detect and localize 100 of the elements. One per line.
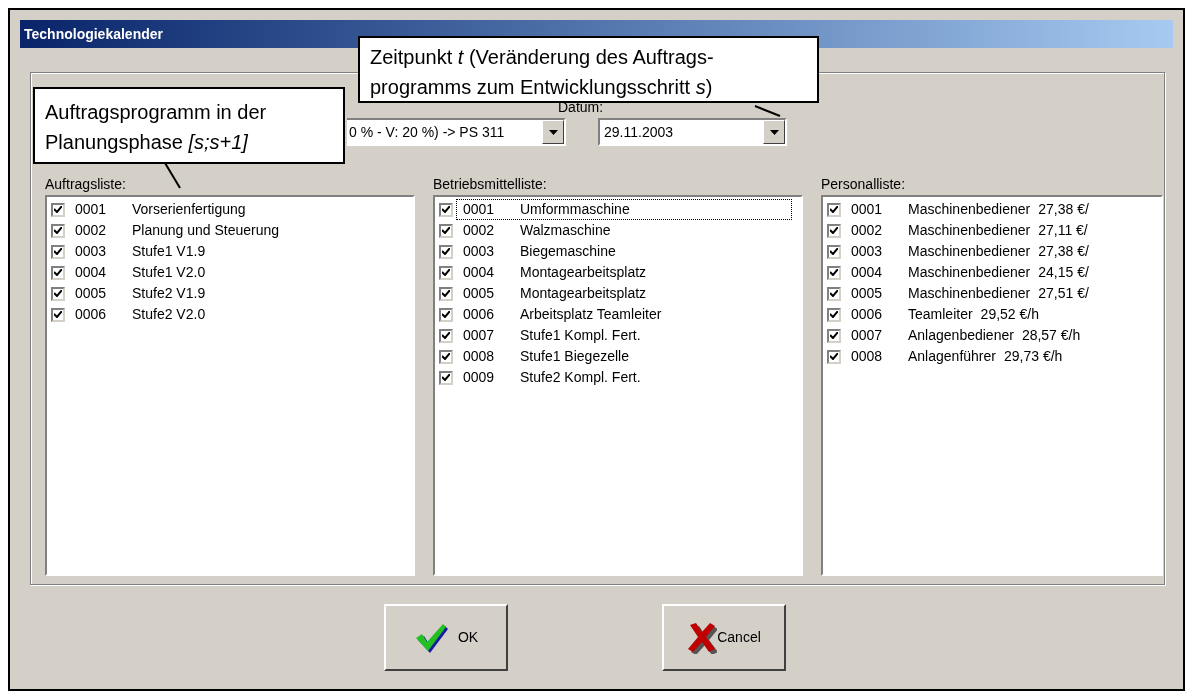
- check-icon: [442, 332, 450, 339]
- item-name: Stufe2 Kompl. Fert.: [520, 368, 641, 387]
- item-name: Planung und Steuerung: [132, 221, 280, 240]
- checkbox[interactable]: [439, 202, 453, 217]
- item-rate: 24,15 €/: [1038, 263, 1089, 282]
- item-code: 0006: [463, 305, 496, 324]
- item-name: Maschinenbediener: [908, 284, 1031, 303]
- checkmark-icon: [413, 622, 448, 653]
- item-name: Vorserienfertigung: [132, 200, 246, 219]
- item-name: Stufe1 V2.0: [132, 263, 206, 282]
- check-icon: [54, 269, 62, 276]
- checkbox[interactable]: [827, 286, 841, 301]
- check-icon: [442, 374, 450, 381]
- check-icon: [54, 248, 62, 255]
- check-icon: [442, 206, 450, 213]
- checkbox[interactable]: [439, 286, 453, 301]
- item-code: 0001: [463, 200, 496, 219]
- callout-box: Auftragsprogramm in der Planungsphase [s;s+1]: [33, 87, 345, 164]
- check-icon: [830, 269, 838, 276]
- check-icon: [54, 206, 62, 213]
- checkbox[interactable]: [439, 370, 453, 385]
- checkbox[interactable]: [51, 265, 65, 280]
- check-icon: [442, 248, 450, 255]
- item-code: 0007: [851, 326, 884, 345]
- item-name: Maschinenbediener: [908, 263, 1031, 282]
- checkbox[interactable]: [827, 244, 841, 259]
- checkbox[interactable]: [51, 244, 65, 259]
- item-rate: 27,11 €/: [1038, 221, 1088, 240]
- item-code: 0002: [463, 221, 496, 240]
- program-select[interactable]: 0 % - V: 20 %) -> PS 311: [347, 118, 566, 146]
- item-name: Anlagenführer: [908, 347, 996, 366]
- item-name: Umformmaschine: [520, 200, 630, 219]
- window-title: Technologiekalender: [24, 24, 163, 44]
- item-code: 0006: [75, 305, 108, 324]
- checkbox[interactable]: [827, 265, 841, 280]
- check-icon: [442, 290, 450, 297]
- checkbox[interactable]: [827, 349, 841, 364]
- item-code: 0004: [851, 263, 884, 282]
- item-name: Arbeitsplatz Teamleiter: [520, 305, 662, 324]
- checkbox[interactable]: [439, 349, 453, 364]
- item-code: 0006: [851, 305, 884, 324]
- item-name: Stufe2 V2.0: [132, 305, 206, 324]
- checkbox[interactable]: [51, 286, 65, 301]
- list-label: Betriebsmittelliste:: [433, 176, 547, 194]
- item-name: Stufe2 V1.9: [132, 284, 206, 303]
- cross-icon: [687, 621, 718, 654]
- date-select[interactable]: 29.11.2003: [598, 118, 787, 146]
- check-icon: [830, 248, 838, 255]
- item-code: 0003: [463, 242, 496, 261]
- list-label: Auftragsliste:: [45, 176, 126, 194]
- item-rate: 27,51 €/: [1038, 284, 1089, 303]
- checkbox[interactable]: [439, 265, 453, 280]
- check-icon: [54, 311, 62, 318]
- checkbox[interactable]: [51, 307, 65, 322]
- item-code: 0008: [851, 347, 884, 366]
- checkbox[interactable]: [51, 223, 65, 238]
- item-code: 0003: [851, 242, 884, 261]
- item-code: 0004: [75, 263, 108, 282]
- checkbox[interactable]: [51, 202, 65, 217]
- item-code: 0008: [463, 347, 496, 366]
- item-name: Maschinenbediener: [908, 242, 1031, 261]
- item-code: 0001: [75, 200, 108, 219]
- date-label: Datum:: [558, 100, 604, 115]
- check-icon: [830, 311, 838, 318]
- item-name: Stufe1 Biegezelle: [520, 347, 629, 366]
- check-icon: [830, 206, 838, 213]
- check-icon: [830, 353, 838, 360]
- check-icon: [830, 332, 838, 339]
- checkbox[interactable]: [827, 328, 841, 343]
- check-icon: [442, 227, 450, 234]
- item-name: Maschinenbediener: [908, 221, 1031, 240]
- item-rate: 29,52 €/h: [980, 305, 1039, 324]
- item-code: 0005: [851, 284, 884, 303]
- check-icon: [54, 227, 62, 234]
- checkbox[interactable]: [827, 223, 841, 238]
- check-icon: [830, 290, 838, 297]
- item-code: 0005: [463, 284, 496, 303]
- item-name: Montagearbeitsplatz: [520, 263, 647, 282]
- checkbox[interactable]: [827, 202, 841, 217]
- item-code: 0003: [75, 242, 108, 261]
- item-name: Stufe1 V1.9: [132, 242, 206, 261]
- item-code: 0001: [851, 200, 884, 219]
- checkbox[interactable]: [827, 307, 841, 322]
- callout-box: Zeitpunkt t (Veränderung des Auftrags- programms zum Entwicklungsschritt s): [358, 36, 819, 103]
- check-icon: [442, 269, 450, 276]
- checkbox[interactable]: [439, 223, 453, 238]
- checkbox[interactable]: [439, 244, 453, 259]
- item-code: 0009: [463, 368, 496, 387]
- item-rate: 29,73 €/h: [1003, 347, 1063, 366]
- cancel-button[interactable]: Cancel: [662, 604, 786, 671]
- check-icon: [830, 227, 838, 234]
- item-rate: 28,57 €/h: [1021, 326, 1081, 345]
- checkbox[interactable]: [439, 328, 453, 343]
- check-icon: [442, 353, 450, 360]
- leader-line: [164, 162, 181, 189]
- checkbox[interactable]: [439, 307, 453, 322]
- item-code: 0005: [75, 284, 108, 303]
- item-code: 0004: [463, 263, 496, 282]
- ok-button[interactable]: OK: [384, 604, 508, 671]
- check-icon: [442, 311, 450, 318]
